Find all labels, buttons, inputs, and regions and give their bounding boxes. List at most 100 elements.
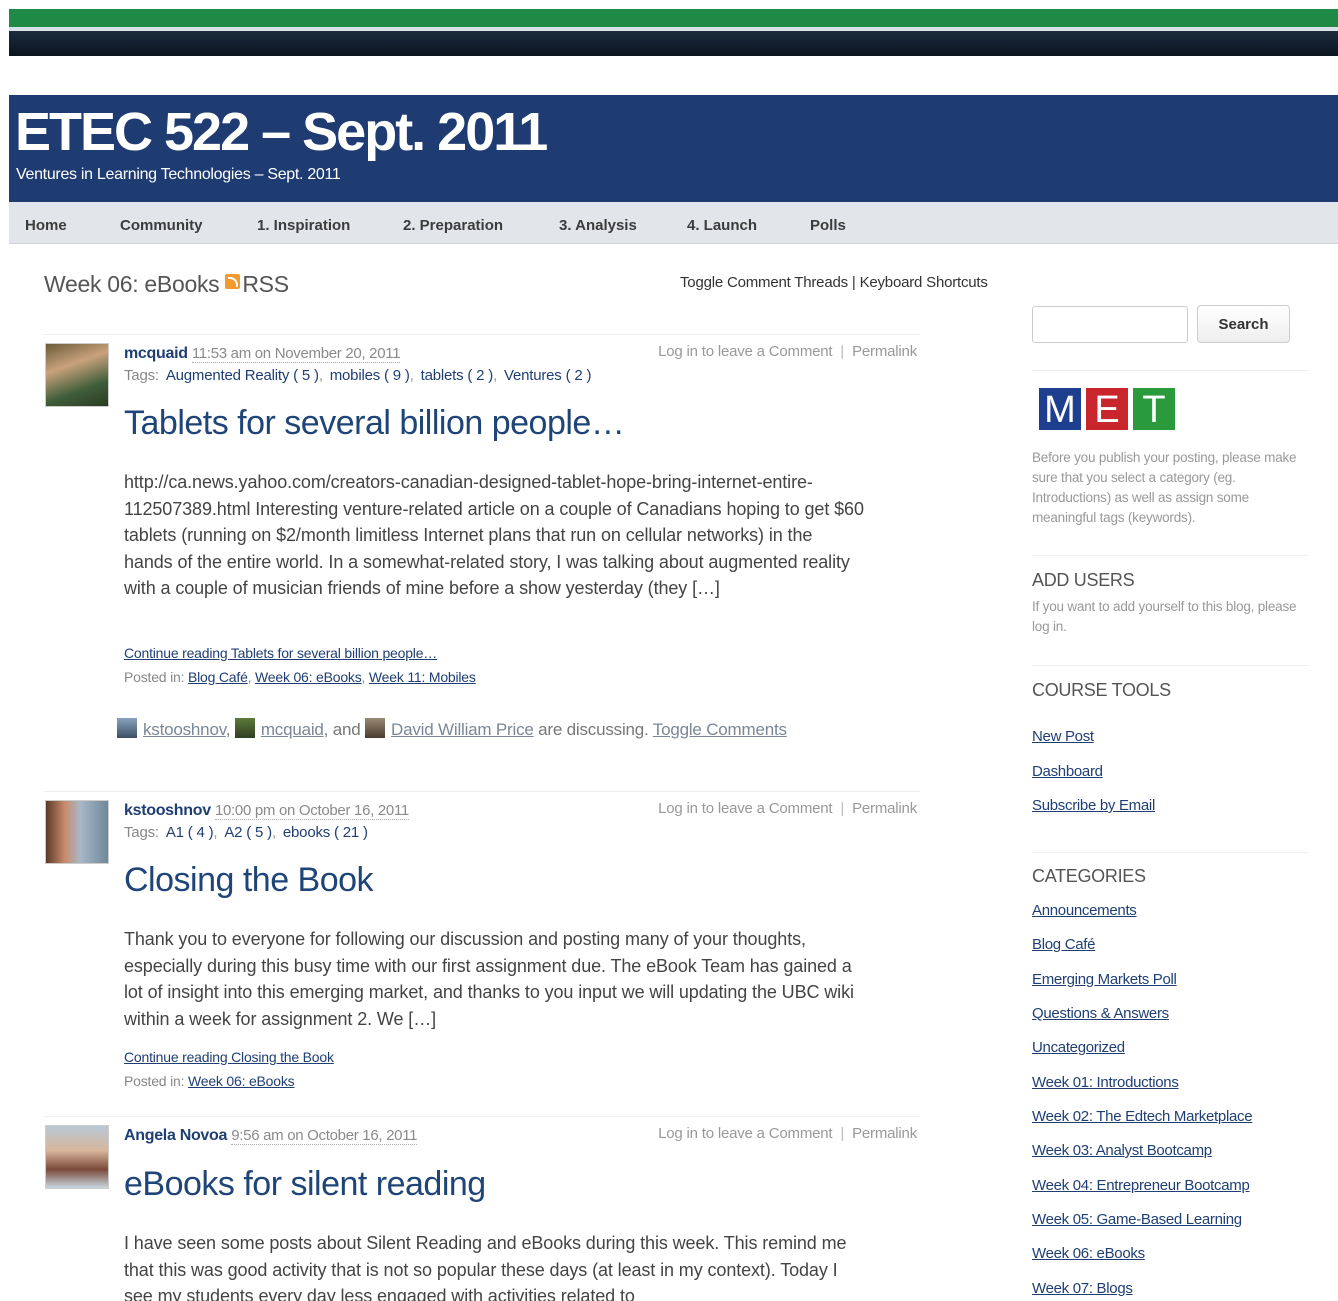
search-button[interactable]: Search	[1197, 305, 1290, 343]
keyboard-shortcuts-link[interactable]: Keyboard Shortcuts	[860, 274, 988, 291]
post-date[interactable]: 9:56 am on October 16, 2011	[231, 1127, 417, 1145]
post-excerpt: http://ca.news.yahoo.com/creators-canadi…	[124, 472, 864, 598]
category-announcements[interactable]: Announcements	[1032, 902, 1137, 919]
toggle-comment-threads-link[interactable]: Toggle Comment Threads	[680, 274, 848, 291]
sidebar-divider	[1032, 555, 1308, 556]
new-post-link[interactable]: New Post	[1032, 728, 1094, 745]
page-title: Week 06: eBooks RSS	[44, 271, 289, 298]
participant-avatar	[365, 718, 386, 738]
permalink-link[interactable]: Permalink	[852, 800, 917, 817]
author-avatar[interactable]	[45, 800, 109, 864]
post-actions: Log in to leave a Comment | Permalink	[658, 343, 917, 360]
login-to-comment-link[interactable]: Log in to leave a Comment	[658, 800, 832, 817]
category-week-05[interactable]: Week 05: Game-Based Learning	[1032, 1211, 1242, 1228]
tag-link[interactable]: mobiles ( 9 )	[330, 367, 410, 384]
author-name[interactable]: kstooshnov	[124, 802, 211, 819]
nav-launch[interactable]: 4. Launch	[687, 217, 757, 234]
categories-heading: CATEGORIES	[1032, 866, 1146, 886]
category-link[interactable]: Week 06: eBooks	[188, 1073, 295, 1089]
category-week-01[interactable]: Week 01: Introductions	[1032, 1074, 1179, 1091]
discussion-suffix: are discussing.	[538, 720, 649, 739]
category-week-07[interactable]: Week 07: Blogs	[1032, 1280, 1133, 1297]
post-item: kstooshnov 10:00 pm on October 16, 2011 …	[44, 791, 920, 1111]
tag-link[interactable]: A2 ( 5 )	[224, 824, 272, 841]
discussion-comma: ,	[323, 720, 329, 739]
category-week-06[interactable]: Week 06: eBooks	[1032, 1245, 1145, 1262]
met-letter-m: M	[1039, 388, 1081, 431]
participant-link[interactable]: mcquaid	[261, 720, 324, 739]
category-questions-answers[interactable]: Questions & Answers	[1032, 1005, 1169, 1022]
participant-link[interactable]: David William Price	[391, 720, 534, 739]
author-avatar[interactable]	[45, 1125, 109, 1189]
continue-reading-link[interactable]: Continue reading Closing the Book	[124, 1049, 334, 1065]
tag-link[interactable]: Augmented Reality ( 5 )	[166, 367, 319, 384]
toggle-comments-link[interactable]: Toggle Comments	[653, 720, 787, 739]
site-header: ETEC 522 – Sept. 2011 Ventures in Learni…	[9, 95, 1338, 202]
post-title[interactable]: Closing the Book	[124, 861, 374, 900]
rss-link[interactable]: RSS	[242, 271, 289, 297]
post-title[interactable]: Tablets for several billion people…	[124, 404, 625, 443]
category-blog-cafe[interactable]: Blog Café	[1032, 936, 1095, 953]
post-actions: Log in to leave a Comment | Permalink	[658, 800, 917, 817]
post-excerpt: I have seen some posts about Silent Read…	[124, 1233, 847, 1301]
post-excerpt: Thank you to everyone for following our …	[124, 929, 854, 1029]
sidebar-divider	[1032, 852, 1308, 853]
category-uncategorized[interactable]: Uncategorized	[1032, 1039, 1125, 1056]
post-divider	[44, 334, 920, 335]
category-week-03[interactable]: Week 03: Analyst Bootcamp	[1032, 1142, 1212, 1159]
discussion-comma: ,	[225, 720, 231, 739]
tag-link[interactable]: A1 ( 4 )	[166, 824, 214, 841]
course-tools-heading: COURSE TOOLS	[1032, 680, 1171, 700]
toolbar-links: Toggle Comment Threads | Keyboard Shortc…	[680, 274, 988, 291]
category-emerging-markets-poll[interactable]: Emerging Markets Poll	[1032, 971, 1177, 988]
login-to-comment-link[interactable]: Log in to leave a Comment	[658, 343, 832, 360]
posted-in: Posted in: Blog Café, Week 06: eBooks, W…	[124, 669, 476, 685]
top-decorative-bar	[9, 9, 1338, 56]
category-link[interactable]: Blog Café	[188, 669, 248, 685]
tag-link[interactable]: ebooks ( 21 )	[283, 824, 368, 841]
search-input[interactable]	[1032, 306, 1188, 343]
login-to-comment-link[interactable]: Log in to leave a Comment	[658, 1125, 832, 1142]
post-divider	[44, 791, 920, 792]
post-date[interactable]: 11:53 am on November 20, 2011	[191, 345, 401, 363]
permalink-link[interactable]: Permalink	[852, 343, 917, 360]
participant-avatar	[117, 718, 137, 738]
author-name[interactable]: mcquaid	[124, 345, 188, 362]
participant-avatar	[234, 718, 255, 738]
permalink-link[interactable]: Permalink	[852, 1125, 917, 1142]
dashboard-link[interactable]: Dashboard	[1032, 763, 1103, 780]
post-title[interactable]: eBooks for silent reading	[124, 1165, 486, 1204]
nav-home[interactable]: Home	[25, 217, 67, 234]
tags-label: Tags:	[124, 367, 159, 384]
rss-icon[interactable]	[225, 274, 241, 289]
add-users-heading: ADD USERS	[1032, 570, 1135, 590]
category-link[interactable]: Week 06: eBooks	[255, 669, 362, 685]
nav-preparation[interactable]: 2. Preparation	[403, 217, 503, 234]
met-logo: MET	[1039, 388, 1180, 431]
discussion-and: and	[332, 720, 361, 739]
continue-reading-link[interactable]: Continue reading Tablets for several bil…	[124, 645, 437, 661]
author-avatar[interactable]	[45, 343, 109, 407]
post-tags: Tags: Augmented Reality ( 5 ), mobiles (…	[124, 367, 592, 384]
posted-in: Posted in: Week 06: eBooks	[124, 1073, 295, 1089]
tags-label: Tags:	[124, 824, 159, 841]
participant-link[interactable]: kstooshnov	[143, 720, 226, 739]
post-item: mcquaid 11:53 am on November 20, 2011 Lo…	[44, 334, 920, 754]
nav-analysis[interactable]: 3. Analysis	[559, 217, 637, 234]
main-nav: Home Community 1. Inspiration 2. Prepara…	[9, 202, 1338, 244]
post-date[interactable]: 10:00 pm on October 16, 2011	[214, 802, 409, 820]
section-heading: Week 06: eBooks	[44, 271, 220, 297]
nav-inspiration[interactable]: 1. Inspiration	[257, 217, 350, 234]
site-title[interactable]: ETEC 522 – Sept. 2011	[15, 101, 548, 163]
category-week-04[interactable]: Week 04: Entrepreneur Bootcamp	[1032, 1177, 1250, 1194]
sidebar-divider	[1032, 370, 1308, 371]
subscribe-email-link[interactable]: Subscribe by Email	[1032, 797, 1155, 814]
nav-community[interactable]: Community	[120, 217, 203, 234]
category-link[interactable]: Week 11: Mobiles	[369, 669, 476, 685]
author-name[interactable]: Angela Novoa	[124, 1127, 227, 1144]
tag-link[interactable]: tablets ( 2 )	[421, 367, 494, 384]
category-week-02[interactable]: Week 02: The Edtech Marketplace	[1032, 1108, 1253, 1125]
tag-link[interactable]: Ventures ( 2 )	[504, 367, 591, 384]
posted-in-label: Posted in:	[124, 669, 185, 685]
nav-polls[interactable]: Polls	[810, 217, 846, 234]
